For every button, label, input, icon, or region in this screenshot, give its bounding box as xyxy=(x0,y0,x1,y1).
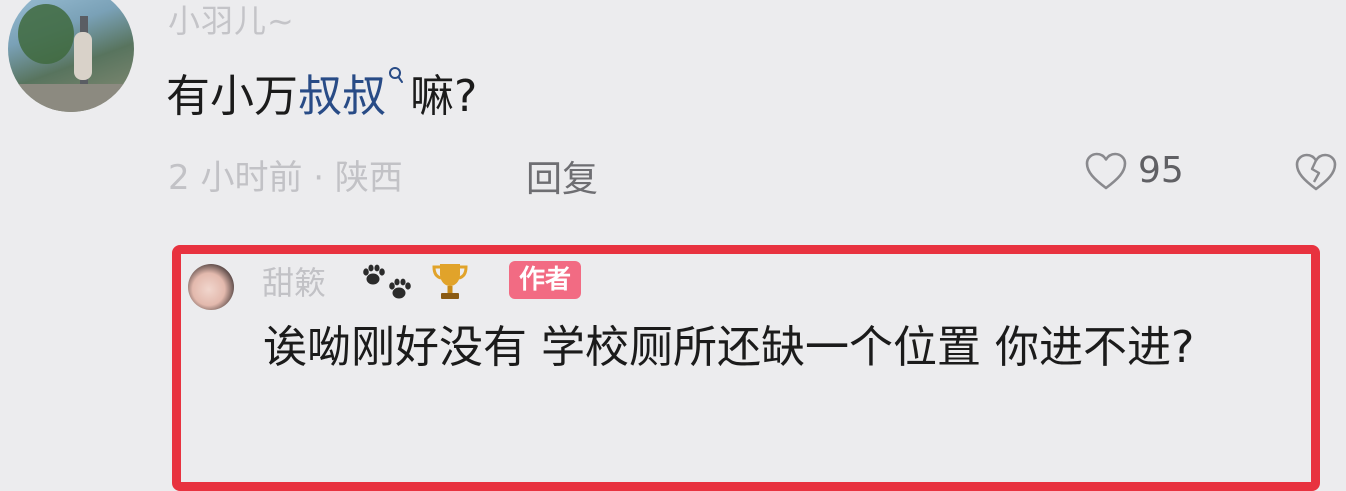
author-badge: 作者 xyxy=(509,261,582,299)
avatar-ground xyxy=(8,84,134,112)
comment-text-after: 嘛? xyxy=(410,71,478,122)
broken-heart-icon xyxy=(1295,153,1337,191)
avatar-person xyxy=(74,32,92,80)
dislike-button[interactable] xyxy=(1294,152,1338,196)
avatar-tree xyxy=(18,4,74,64)
comment-thread: 小羽儿~ 有小万 叔叔 嘛? 2 小时前 · 陕西 回复 95 甜簌 作者 诶呦… xyxy=(0,0,1346,491)
paw-icon xyxy=(389,278,411,299)
comment-username[interactable]: 小羽儿~ xyxy=(168,0,295,42)
like-button[interactable]: 95 xyxy=(1084,150,1184,191)
reply-button[interactable]: 回复 xyxy=(526,150,598,202)
paw-icon xyxy=(363,264,385,285)
reply-avatar[interactable] xyxy=(188,264,234,310)
like-count: 95 xyxy=(1138,150,1184,191)
trophy-icon xyxy=(432,264,468,299)
heart-icon xyxy=(1085,152,1127,189)
comment-search-link[interactable]: 叔叔 xyxy=(298,60,386,124)
reply-username[interactable]: 甜簌 xyxy=(262,258,326,304)
comment-text-before: 有小万 xyxy=(166,71,298,122)
reply-text: 诶呦刚好没有 学校厕所还缺一个位置 你进不进? xyxy=(263,322,1195,373)
avatar[interactable] xyxy=(8,0,134,112)
comment-meta: 2 小时前 · 陕西 xyxy=(168,158,403,198)
comment-text: 有小万 叔叔 嘛? xyxy=(166,60,477,124)
search-icon[interactable] xyxy=(388,66,404,83)
